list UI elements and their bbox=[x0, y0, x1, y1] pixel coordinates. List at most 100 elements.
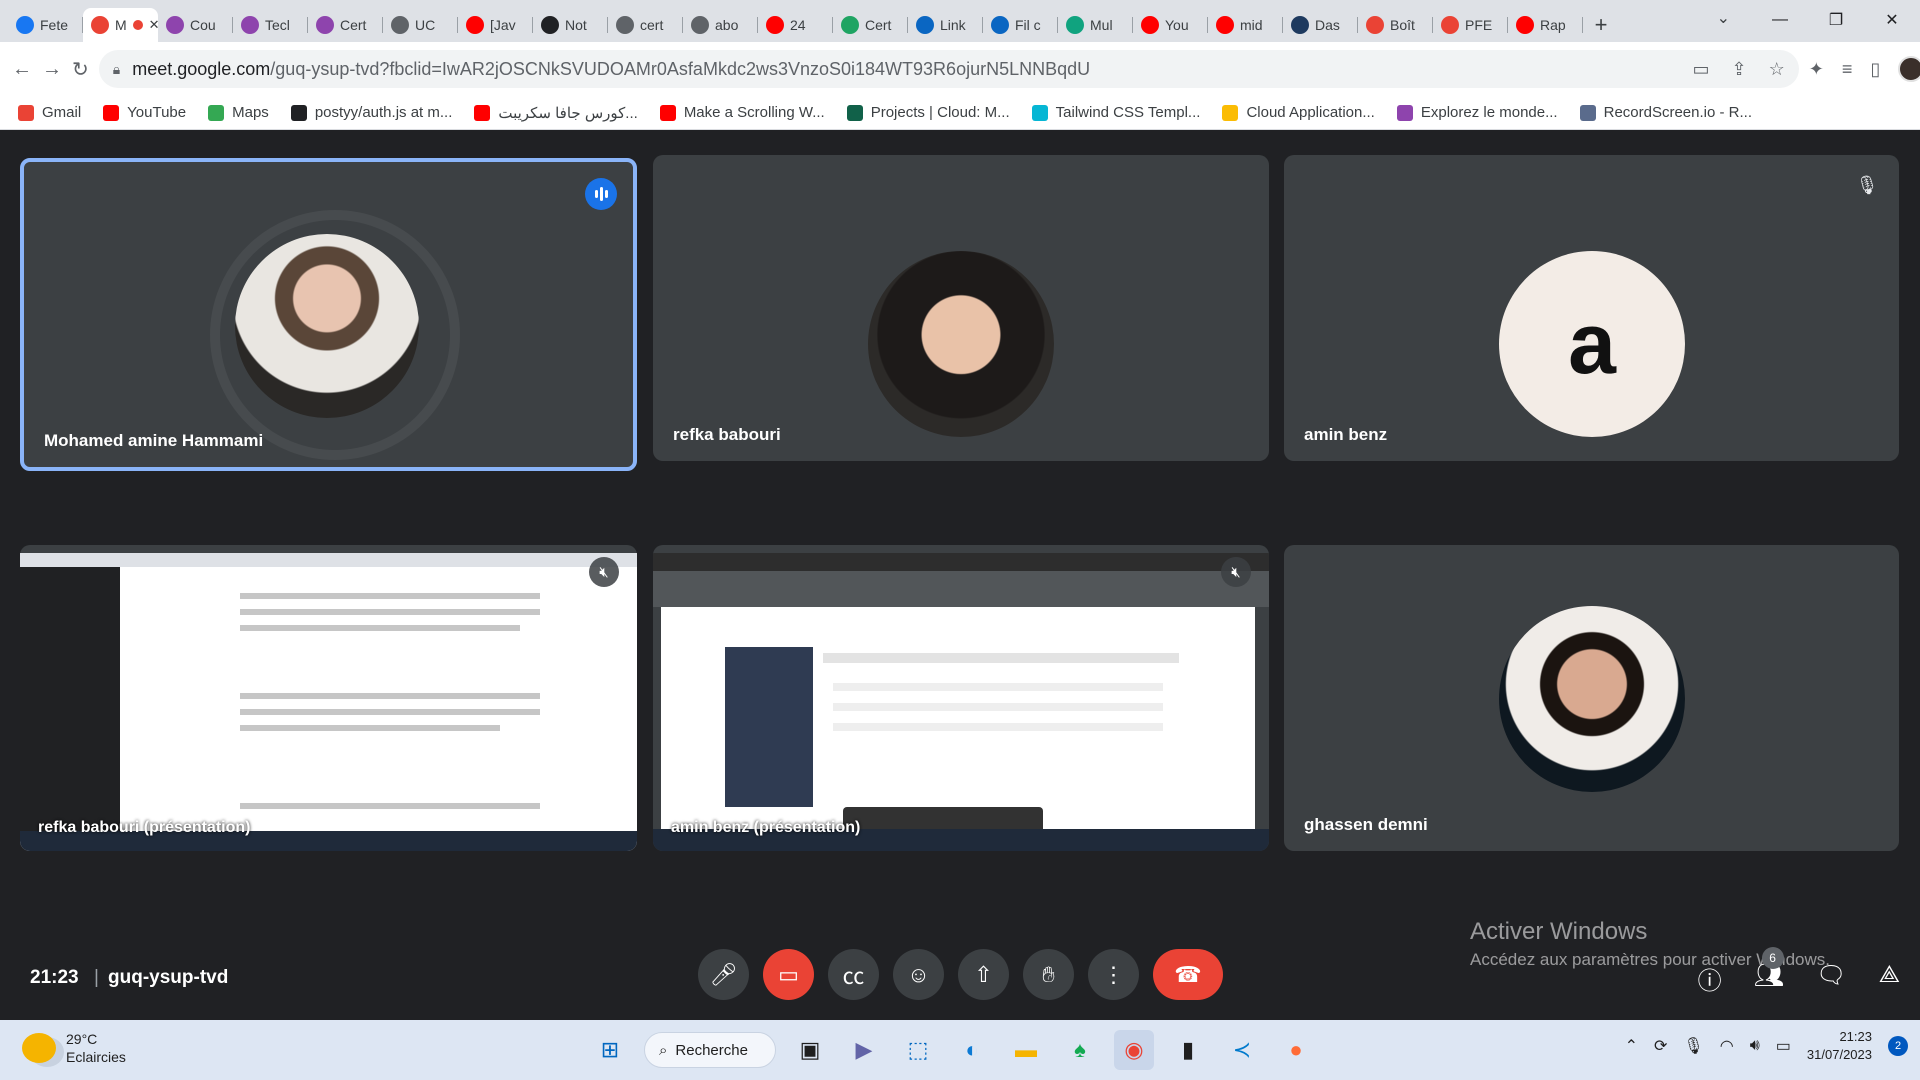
window-controls: — ❐ ✕ bbox=[1752, 0, 1920, 40]
browser-tab[interactable]: Boît bbox=[1358, 8, 1433, 42]
presentation-tile[interactable]: 🔇︎ amin benz (présentation) bbox=[653, 545, 1269, 851]
volume-icon[interactable]: 🔊︎ bbox=[1750, 1037, 1760, 1055]
browser-tab[interactable]: Cou bbox=[158, 8, 233, 42]
browser-tab[interactable]: Fil c bbox=[983, 8, 1058, 42]
activities-icon[interactable]: ⟁ bbox=[1879, 961, 1900, 996]
browser-tab[interactable]: cert bbox=[608, 8, 683, 42]
browser-tab[interactable]: Link bbox=[908, 8, 983, 42]
bookmark-star-icon[interactable]: ☆ bbox=[1769, 59, 1785, 80]
browser-tab[interactable]: Not bbox=[533, 8, 608, 42]
browser-tab[interactable]: Tecl bbox=[233, 8, 308, 42]
camera-permission-icon[interactable]: ▭ bbox=[1693, 59, 1710, 80]
edge-icon[interactable]: ◐ bbox=[952, 1030, 992, 1070]
bookmark-item[interactable]: Tailwind CSS Templ... bbox=[1031, 104, 1200, 121]
browser-tab[interactable]: mid bbox=[1208, 8, 1283, 42]
new-tab-icon[interactable]: + bbox=[1583, 8, 1619, 42]
windows-start-icon[interactable]: ⊞ bbox=[590, 1030, 630, 1070]
leave-call-button[interactable]: ☎︎ bbox=[1153, 949, 1223, 1000]
info-icon[interactable]: ⓘ bbox=[1698, 961, 1722, 996]
postman-icon[interactable]: ● bbox=[1276, 1030, 1316, 1070]
participant-tile[interactable]: ghassen demni bbox=[1284, 545, 1899, 851]
microphone-tray-icon[interactable]: 🎙︎ bbox=[1683, 1036, 1703, 1056]
profile-avatar[interactable] bbox=[1898, 56, 1920, 82]
browser-tab[interactable]: [Jav bbox=[458, 8, 533, 42]
meet-stage: Mohamed amine Hammami refka babouri 🎙︎ a… bbox=[0, 131, 1920, 1019]
tab-label: 24 bbox=[790, 17, 806, 33]
notification-count[interactable]: 2 bbox=[1888, 1036, 1908, 1056]
more-options-button[interactable]: ⋮ bbox=[1088, 949, 1139, 1000]
back-icon[interactable]: ← bbox=[12, 53, 32, 85]
media-icon[interactable]: ≡ bbox=[1842, 59, 1853, 80]
bookmark-item[interactable]: Explorez le monde... bbox=[1396, 104, 1558, 121]
bookmark-item[interactable]: RecordScreen.io - R... bbox=[1579, 104, 1752, 121]
minimize-icon[interactable]: — bbox=[1752, 0, 1808, 40]
forward-icon[interactable]: → bbox=[42, 53, 62, 85]
bookmark-item[interactable]: Gmail bbox=[18, 104, 81, 121]
camera-off-button[interactable]: ▭ bbox=[763, 949, 814, 1000]
browser-tab[interactable]: abo bbox=[683, 8, 758, 42]
browser-tab[interactable]: Cert bbox=[308, 8, 383, 42]
people-button[interactable]: 👥︎ 6 bbox=[1754, 947, 1784, 996]
tab-label: Fil c bbox=[1015, 17, 1041, 33]
microphone-button[interactable]: 🎤︎ bbox=[698, 949, 749, 1000]
browser-tab[interactable]: UC bbox=[383, 8, 458, 42]
presentation-tile[interactable]: 🔇︎ refka babouri (présentation) bbox=[20, 545, 637, 851]
chat-icon[interactable]: 🗨︎ bbox=[1816, 961, 1846, 996]
lock-icon[interactable]: 🔒︎ bbox=[113, 61, 120, 78]
bookmark-item[interactable]: postyy/auth.js at m... bbox=[290, 104, 452, 121]
show-hidden-icons-icon[interactable]: ⌃ bbox=[1625, 1036, 1638, 1056]
reload-icon[interactable]: ↻ bbox=[72, 53, 89, 85]
teams-icon[interactable]: ▶ bbox=[844, 1030, 884, 1070]
close-window-icon[interactable]: ✕ bbox=[1864, 0, 1920, 40]
raise-hand-button[interactable]: ✋︎ bbox=[1023, 949, 1074, 1000]
browser-tab[interactable]: M ✕ bbox=[83, 8, 158, 42]
browser-tab[interactable]: Fete bbox=[8, 8, 83, 42]
bookmark-item[interactable]: YouTube bbox=[103, 104, 186, 121]
share-icon[interactable]: ⇪ bbox=[1732, 59, 1747, 80]
wifi-icon[interactable]: ◠ bbox=[1720, 1036, 1734, 1056]
bookmark-item[interactable]: Maps bbox=[208, 104, 269, 121]
browser-tab[interactable]: Cert bbox=[833, 8, 908, 42]
extensions-icon[interactable]: ✦ bbox=[1809, 59, 1824, 80]
reactions-button[interactable]: ☺ bbox=[893, 949, 944, 1000]
store-icon[interactable]: ⬚ bbox=[898, 1030, 938, 1070]
vscode-icon[interactable]: ≺ bbox=[1222, 1030, 1262, 1070]
bookmark-favicon-icon bbox=[290, 104, 307, 121]
browser-tab[interactable]: Rap bbox=[1508, 8, 1583, 42]
tab-label: Fete bbox=[40, 17, 69, 33]
browser-tab[interactable]: Das bbox=[1283, 8, 1358, 42]
side-panel-icon[interactable]: ▯ bbox=[1870, 59, 1880, 80]
file-explorer-icon[interactable]: ▬ bbox=[1006, 1030, 1046, 1070]
close-tab-icon[interactable]: ✕ bbox=[149, 17, 158, 33]
participant-tile[interactable]: Mohamed amine Hammami bbox=[20, 158, 637, 471]
task-view-icon[interactable]: ▣ bbox=[790, 1030, 830, 1070]
hang-up-icon: ☎︎ bbox=[1174, 961, 1202, 987]
taskbar-search[interactable]: ⌕ Recherche bbox=[644, 1032, 776, 1068]
browser-tab[interactable]: PFE bbox=[1433, 8, 1508, 42]
participant-tile[interactable]: 🎙︎ a amin benz bbox=[1284, 155, 1899, 461]
bookmark-favicon-icon bbox=[846, 104, 863, 121]
mongodb-icon[interactable]: ♠ bbox=[1060, 1030, 1100, 1070]
weather-widget[interactable]: 29°C Eclaircies bbox=[22, 1030, 126, 1066]
chrome-icon[interactable]: ◉ bbox=[1114, 1030, 1154, 1070]
bookmark-item[interactable]: كورس جافا سكريبت... bbox=[474, 104, 638, 122]
taskbar-clock[interactable]: 21:23 31/07/2023 bbox=[1807, 1028, 1872, 1064]
clock-date: 31/07/2023 bbox=[1806, 1047, 1872, 1062]
bookmark-item[interactable]: Cloud Application... bbox=[1222, 104, 1375, 121]
address-bar[interactable]: 🔒︎ meet.google.com/guq-ysup-tvd?fbclid=I… bbox=[98, 50, 1799, 88]
meet-control-bar: 21:23 | guq-ysup-tvd 🎤︎ ▭ ㏄ ☺ ⇧ ✋︎ ⋮ ☎︎ … bbox=[0, 939, 1920, 1019]
participant-tile[interactable]: refka babouri bbox=[653, 155, 1269, 461]
browser-tab[interactable]: 24 bbox=[758, 8, 833, 42]
captions-button[interactable]: ㏄ bbox=[828, 949, 879, 1000]
bookmark-item[interactable]: Make a Scrolling W... bbox=[659, 104, 825, 121]
terminal-icon[interactable]: ▮ bbox=[1168, 1030, 1208, 1070]
browser-tab[interactable]: Mul bbox=[1058, 8, 1133, 42]
tab-favicon-icon bbox=[691, 16, 709, 34]
sync-icon[interactable]: ⟳ bbox=[1654, 1036, 1667, 1056]
bookmark-item[interactable]: Projects | Cloud: M... bbox=[846, 104, 1010, 121]
present-button[interactable]: ⇧ bbox=[958, 949, 1009, 1000]
maximize-icon[interactable]: ❐ bbox=[1808, 0, 1864, 40]
battery-icon[interactable]: ▭ bbox=[1776, 1036, 1791, 1056]
browser-tab[interactable]: You bbox=[1133, 8, 1208, 42]
tab-search-icon[interactable]: ⌄ bbox=[1717, 8, 1730, 28]
